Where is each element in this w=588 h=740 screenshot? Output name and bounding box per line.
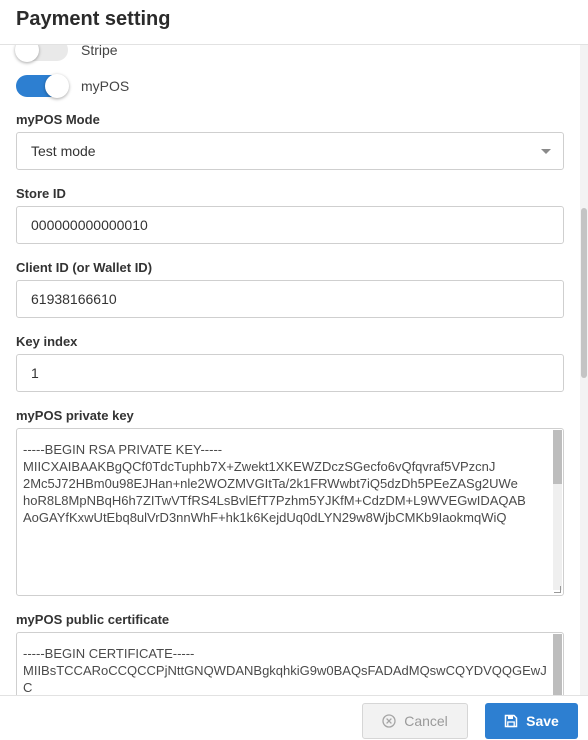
- footer: Cancel Save: [0, 695, 588, 740]
- public-cert-value: -----BEGIN CERTIFICATE----- MIIBsTCCARoC…: [23, 646, 547, 695]
- private-key-value: -----BEGIN RSA PRIVATE KEY----- MIICXAIB…: [23, 442, 526, 525]
- page-scrollbar[interactable]: [580, 45, 588, 695]
- client-id-input[interactable]: 61938166610: [16, 280, 564, 318]
- client-id-value: 61938166610: [31, 291, 117, 307]
- header: Payment setting: [0, 0, 588, 45]
- store-id-input[interactable]: 000000000000010: [16, 206, 564, 244]
- mypos-toggle-row: myPOS: [16, 74, 130, 98]
- page-scroll-thumb[interactable]: [581, 208, 587, 378]
- stripe-toggle-row: Stripe: [15, 45, 118, 62]
- private-key-label: myPOS private key: [16, 408, 134, 423]
- client-id-label: Client ID (or Wallet ID): [16, 260, 153, 275]
- key-index-label: Key index: [16, 334, 78, 349]
- mypos-mode-label: myPOS Mode: [16, 112, 100, 127]
- floppy-disk-icon: [504, 714, 518, 728]
- toggle-knob: [45, 74, 69, 98]
- store-id-label: Store ID: [16, 186, 66, 201]
- textarea-scroll-thumb[interactable]: [553, 634, 562, 695]
- chevron-down-icon: [541, 149, 551, 154]
- stripe-label: Stripe: [81, 45, 118, 58]
- cancel-button[interactable]: Cancel: [362, 703, 468, 739]
- key-index-value: 1: [31, 365, 39, 381]
- mypos-mode-select[interactable]: Test mode: [16, 132, 564, 170]
- public-cert-label: myPOS public certificate: [16, 612, 170, 627]
- store-id-value: 000000000000010: [31, 217, 148, 233]
- toggle-knob: [15, 45, 39, 62]
- mypos-label: myPOS: [81, 78, 130, 94]
- cancel-label: Cancel: [404, 713, 448, 729]
- mypos-toggle[interactable]: [16, 74, 69, 98]
- textarea-scrollbar[interactable]: [553, 430, 562, 590]
- public-cert-textarea[interactable]: -----BEGIN CERTIFICATE----- MIIBsTCCARoC…: [16, 632, 564, 695]
- save-label: Save: [526, 713, 559, 729]
- resize-handle-icon[interactable]: [554, 586, 561, 593]
- stripe-toggle[interactable]: [15, 45, 68, 62]
- textarea-scrollbar[interactable]: [553, 634, 562, 695]
- mypos-mode-value: Test mode: [31, 143, 96, 159]
- save-button[interactable]: Save: [485, 703, 578, 739]
- cancel-circle-icon: [382, 714, 396, 728]
- private-key-textarea[interactable]: -----BEGIN RSA PRIVATE KEY----- MIICXAIB…: [16, 428, 564, 596]
- textarea-scroll-thumb[interactable]: [553, 430, 562, 484]
- key-index-input[interactable]: 1: [16, 354, 564, 392]
- page-title: Payment setting: [16, 8, 171, 30]
- settings-form[interactable]: Stripe myPOS myPOS Mode Test mode Store …: [0, 45, 588, 695]
